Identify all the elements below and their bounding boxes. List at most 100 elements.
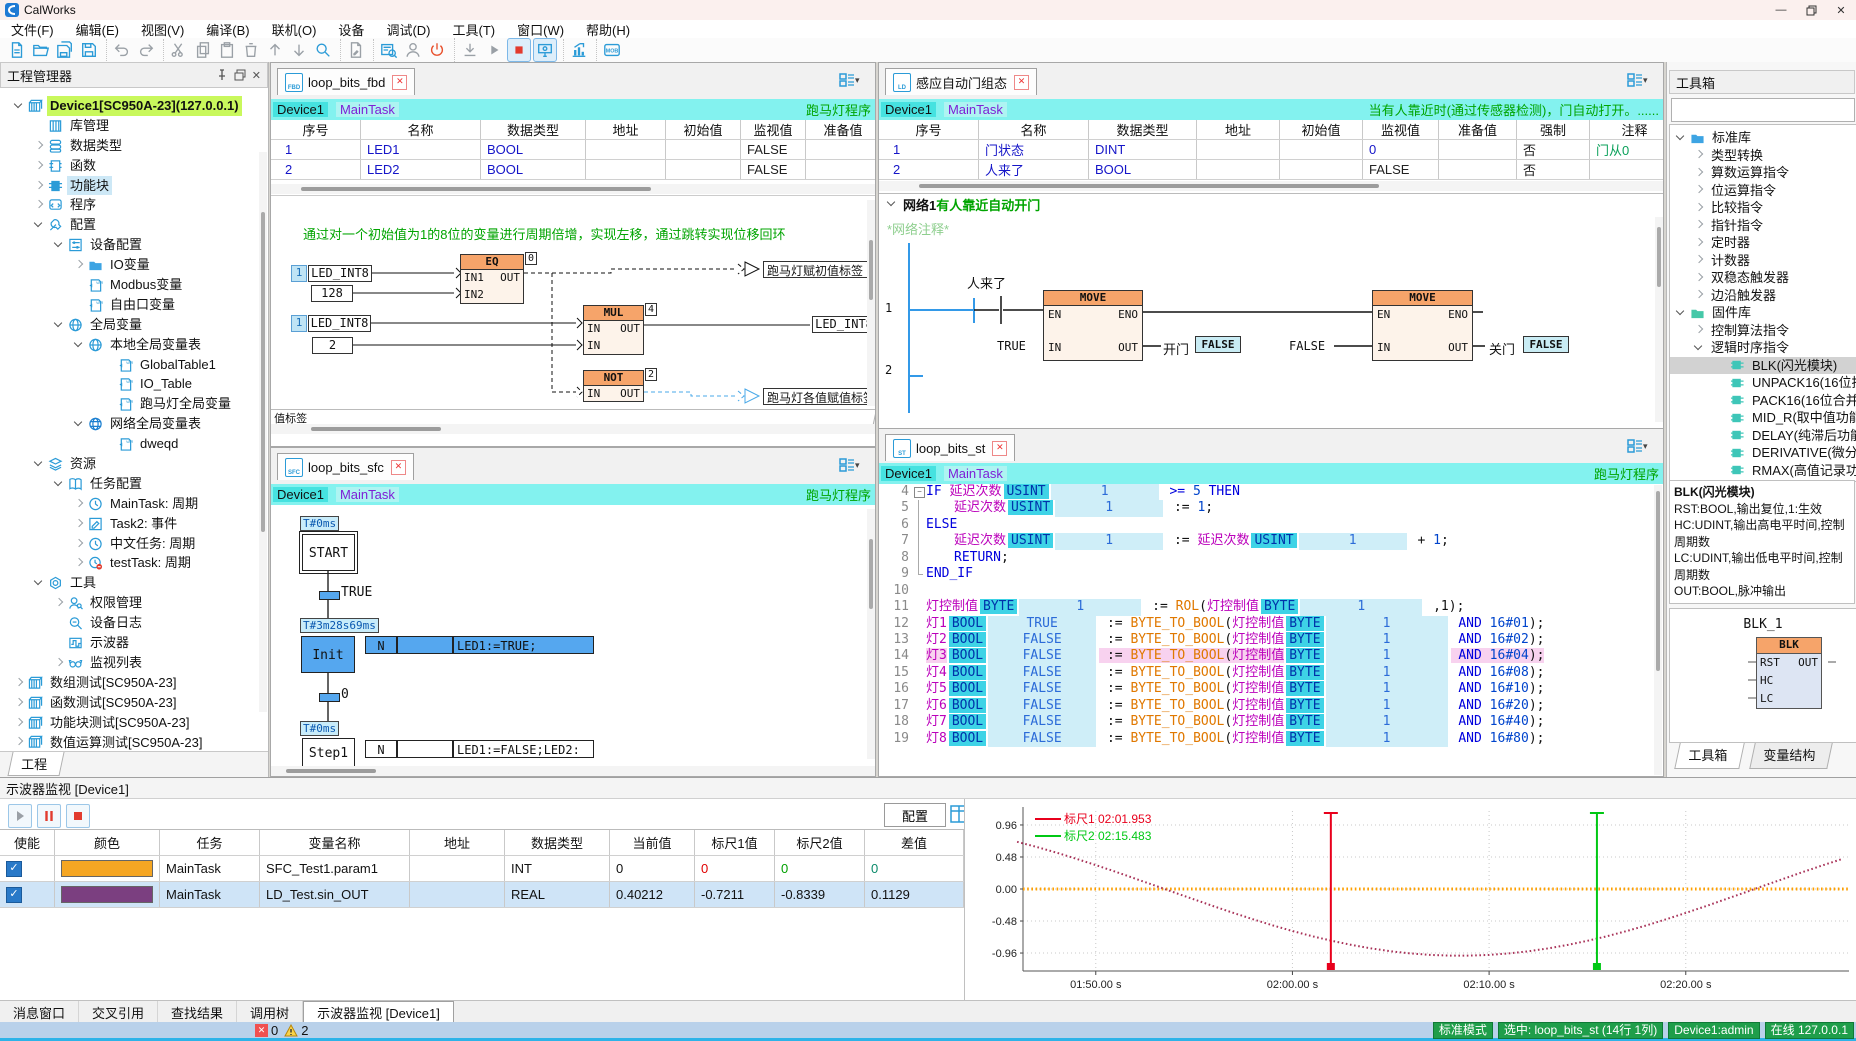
tree-item[interactable]: 定时器	[1670, 234, 1856, 252]
restore-button[interactable]	[1796, 0, 1826, 20]
bottom-tab-1[interactable]: 交叉引用	[79, 1001, 158, 1023]
column-header[interactable]: 序号	[271, 120, 361, 139]
tree-item[interactable]: 示波器	[0, 633, 268, 653]
tree-item[interactable]: 数值运算测试[SC950A-23]	[0, 733, 268, 753]
operand-box[interactable]: 2	[312, 337, 353, 354]
window-layout-icon[interactable]: ▾	[1627, 71, 1657, 89]
tree-item[interactable]: DELAY(纯滞后功能块	[1670, 427, 1856, 445]
tree-item[interactable]: 中文任务: 周期	[0, 534, 268, 554]
move-up-icon[interactable]	[264, 39, 286, 61]
menu-item-4[interactable]: 联机(O)	[261, 20, 328, 39]
expand-icon[interactable]	[1694, 203, 1704, 213]
ld-output-var[interactable]: 关门	[1489, 339, 1515, 358]
tab-loop-bits-st[interactable]: ST loop_bits_st ✕	[885, 434, 1015, 461]
menu-item-0[interactable]: 文件(F)	[0, 20, 65, 39]
menu-item-1[interactable]: 编辑(E)	[65, 20, 130, 39]
scope-pause-button[interactable]	[37, 804, 61, 828]
collapse-icon[interactable]	[54, 240, 64, 250]
table-row[interactable]: 2人来了BOOLFALSE否	[879, 160, 1663, 180]
expand-icon[interactable]	[34, 200, 44, 210]
tree-item[interactable]: 逻辑时序指令	[1670, 339, 1856, 357]
column-header[interactable]: 监视值	[741, 120, 806, 139]
copy-icon[interactable]	[192, 39, 214, 61]
sfc-transition[interactable]	[319, 591, 340, 600]
sfc-action-body[interactable]: LED1:=TRUE;	[453, 636, 594, 654]
float-window-icon[interactable]	[234, 69, 246, 82]
tree-item[interactable]: 库管理	[0, 116, 268, 136]
expand-icon[interactable]	[1694, 255, 1704, 265]
close-tab-icon[interactable]: ✕	[1014, 75, 1029, 90]
paste-icon[interactable]	[216, 39, 238, 61]
tree-item[interactable]: 双稳态触发器	[1670, 269, 1856, 287]
bottom-tab-2[interactable]: 查找结果	[158, 1001, 237, 1023]
expand-icon[interactable]	[74, 539, 84, 549]
task-chip[interactable]: MainTask	[336, 102, 399, 117]
column-header[interactable]: 颜色	[55, 830, 160, 855]
device-chip[interactable]: Device1	[881, 466, 936, 481]
tree-item[interactable]: testTask: 周期	[0, 553, 268, 573]
fold-marker[interactable]: −	[912, 484, 926, 500]
st-code-editor[interactable]: 4−IF 延迟次数USINT1 >= 5 THEN5延迟次数USINT1 := …	[879, 484, 1653, 776]
st-code-line[interactable]: 6ELSE	[879, 517, 1653, 533]
tree-item[interactable]: 任务配置	[0, 474, 268, 494]
tree-item[interactable]: 功能块	[0, 176, 268, 196]
scope-chart-icon[interactable]	[568, 39, 590, 61]
st-code-line[interactable]: 8RETURN;	[879, 550, 1653, 566]
st-vscroll[interactable]	[1654, 485, 1662, 775]
bottom-tab-0[interactable]: 消息窗口	[0, 1001, 79, 1023]
menu-item-5[interactable]: 设备	[327, 20, 375, 39]
tree-item[interactable]: 函数	[0, 156, 268, 176]
menu-item-2[interactable]: 视图(V)	[130, 20, 195, 39]
cut-icon[interactable]	[168, 39, 190, 61]
open-project-icon[interactable]	[30, 39, 52, 61]
column-header[interactable]: 差值	[865, 830, 964, 855]
scope-config-button[interactable]: 配置	[884, 803, 946, 827]
jump-label[interactable]: 跑马灯赋初值标签	[763, 261, 875, 278]
expand-icon[interactable]	[14, 718, 24, 728]
column-header[interactable]: 注释	[1590, 120, 1663, 139]
expand-icon[interactable]	[1694, 185, 1704, 195]
redo-icon[interactable]	[135, 39, 157, 61]
ld-canvas-vscroll[interactable]	[1655, 217, 1663, 422]
menu-item-6[interactable]: 调试(D)	[375, 20, 441, 39]
tree-item[interactable]: 函数测试[SC950A-23]	[0, 693, 268, 713]
tree-item[interactable]: 本地全局变量表	[0, 335, 268, 355]
expand-icon[interactable]	[14, 737, 24, 747]
tab-door-ld[interactable]: LD 感应自动门组态 ✕	[885, 68, 1037, 95]
pin-icon[interactable]	[216, 69, 228, 82]
menu-item-7[interactable]: 工具(T)	[441, 20, 506, 39]
ld-operand[interactable]: FALSE	[1289, 339, 1325, 353]
column-header[interactable]: 标尺1值	[695, 830, 775, 855]
download-icon[interactable]	[459, 39, 481, 61]
tree-item[interactable]: 数据类型	[0, 136, 268, 156]
power-icon[interactable]	[426, 39, 448, 61]
operand-box[interactable]: LED_INT8	[308, 315, 371, 332]
ld-canvas[interactable]: *网络注释* 1 2 人来了 MOVE EN ENO IN OUT TRUE 开…	[879, 213, 1663, 429]
tree-item[interactable]: 计数器	[1670, 252, 1856, 270]
scope-stop-button[interactable]	[66, 804, 90, 828]
operand-box[interactable]: LED_INT8	[308, 265, 372, 282]
column-header[interactable]: 数据类型	[1089, 120, 1197, 139]
sfc-canvas-vscroll[interactable]	[867, 509, 875, 759]
st-code-line[interactable]: 10	[879, 583, 1653, 599]
toolbox-search-input[interactable]	[1671, 98, 1855, 122]
undo-icon[interactable]	[111, 39, 133, 61]
expand-icon[interactable]	[14, 698, 24, 708]
tree-item[interactable]: DERIVATIVE(微分功	[1670, 444, 1856, 462]
tree-item[interactable]: 程序	[0, 195, 268, 215]
tree-item[interactable]: VARdweqd	[0, 434, 268, 454]
tree-item[interactable]: VARGlobalTable1	[0, 355, 268, 375]
search-icon[interactable]	[312, 39, 334, 61]
device-check-icon[interactable]	[378, 39, 400, 61]
menu-item-3[interactable]: 编译(B)	[195, 20, 260, 39]
expand-icon[interactable]	[54, 658, 64, 668]
expand-icon[interactable]	[1694, 273, 1704, 283]
run-icon[interactable]	[483, 39, 505, 61]
column-header[interactable]: 准备值	[1439, 120, 1517, 139]
scope-signal-row[interactable]: ✓MainTaskLD_Test.sin_OUTREAL0.40212-0.72…	[0, 882, 964, 908]
expand-icon[interactable]	[74, 260, 84, 270]
tree-item[interactable]: Task2: 事件	[0, 514, 268, 534]
expand-icon[interactable]	[74, 519, 84, 529]
fbd-eq-block[interactable]: EQ IN1 OUT IN2	[460, 254, 524, 304]
tree-item[interactable]: VARModbus变量	[0, 275, 268, 295]
